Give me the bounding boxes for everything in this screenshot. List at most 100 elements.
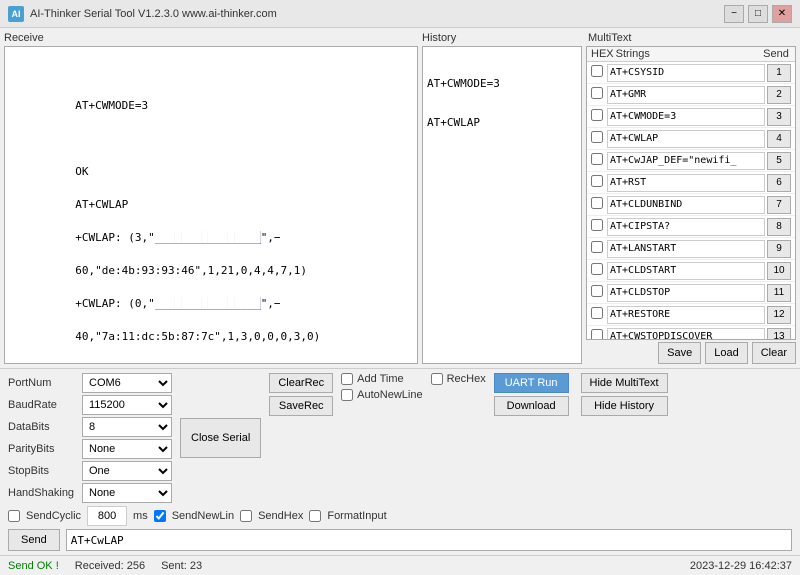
mt-hex-check-3[interactable]	[591, 109, 603, 121]
load-button[interactable]: Load	[705, 342, 747, 364]
mt-input-2[interactable]	[607, 86, 765, 104]
mt-hex-check-11[interactable]	[591, 285, 603, 297]
rechex-checkbox[interactable]	[431, 373, 443, 385]
send-cyclic-input[interactable]	[87, 506, 127, 526]
mt-hex-check-9[interactable]	[591, 241, 603, 253]
receive-line-8: 40,"7a:11:dc:5b:87:7c",1,3,0,0,0,3,0)	[75, 330, 320, 343]
mt-checkbox-8[interactable]	[591, 219, 607, 234]
mt-send-btn-10[interactable]: 10	[767, 262, 791, 280]
mt-send-btn-5[interactable]: 5	[767, 152, 791, 170]
minimize-button[interactable]: −	[724, 5, 744, 23]
databits-select[interactable]: 8	[82, 417, 172, 437]
mt-input-3[interactable]	[607, 108, 765, 126]
mt-input-9[interactable]	[607, 240, 765, 258]
mt-hex-check-8[interactable]	[591, 219, 603, 231]
mt-input-11[interactable]	[607, 284, 765, 302]
mt-checkbox-1[interactable]	[591, 65, 607, 80]
multitext-table: HEX Strings Send 1 2 3	[586, 46, 796, 340]
mt-hex-check-10[interactable]	[591, 263, 603, 275]
mt-hex-check-13[interactable]	[591, 329, 603, 340]
mt-input-10[interactable]	[607, 262, 765, 280]
saverec-button[interactable]: SaveRec	[269, 396, 333, 416]
mt-send-btn-13[interactable]: 13	[767, 328, 791, 341]
close-button[interactable]: ✕	[772, 5, 792, 23]
format-input-checkbox[interactable]	[309, 510, 321, 522]
send-button[interactable]: Send	[8, 529, 60, 551]
mt-send-btn-8[interactable]: 8	[767, 218, 791, 236]
mt-checkbox-2[interactable]	[591, 87, 607, 102]
mt-row-7: 7	[587, 194, 795, 216]
mt-hex-check-7[interactable]	[591, 197, 603, 209]
clearrec-button[interactable]: ClearRec	[269, 373, 333, 393]
mt-checkbox-10[interactable]	[591, 263, 607, 278]
mt-send-btn-12[interactable]: 12	[767, 306, 791, 324]
ms-label: ms	[133, 510, 148, 522]
mt-input-4[interactable]	[607, 130, 765, 148]
mt-input-1[interactable]	[607, 64, 765, 82]
mt-send-btn-11[interactable]: 11	[767, 284, 791, 302]
mt-hex-check-12[interactable]	[591, 307, 603, 319]
mt-input-6[interactable]	[607, 174, 765, 192]
add-time-checkbox[interactable]	[341, 373, 353, 385]
mt-row-10: 10	[587, 260, 795, 282]
mt-input-8[interactable]	[607, 218, 765, 236]
mt-send-btn-3[interactable]: 3	[767, 108, 791, 126]
mt-input-13[interactable]	[607, 328, 765, 341]
app-icon: AI	[8, 6, 24, 22]
send-newline-checkbox[interactable]	[154, 510, 166, 522]
send-newline-label: SendNewLin	[172, 510, 234, 522]
mt-hex-check-1[interactable]	[591, 65, 603, 77]
stopbits-select[interactable]: One	[82, 461, 172, 481]
mt-checkbox-4[interactable]	[591, 131, 607, 146]
maximize-button[interactable]: □	[748, 5, 768, 23]
history-textarea[interactable]: AT+CWMODE=3 AT+CWLAP	[422, 46, 582, 364]
mt-hex-check-5[interactable]	[591, 153, 603, 165]
paritybits-label: ParityBits	[8, 439, 78, 459]
send-cyclic-checkbox[interactable]	[8, 510, 20, 522]
save-button[interactable]: Save	[658, 342, 701, 364]
receive-textarea[interactable]: AT+CWMODE=3 OK AT+CWLAP +CWLAP: (3,"████…	[4, 46, 418, 364]
download-button[interactable]: Download	[494, 396, 569, 416]
send-hex-checkbox[interactable]	[240, 510, 252, 522]
mt-send-btn-2[interactable]: 2	[767, 86, 791, 104]
mt-checkbox-11[interactable]	[591, 285, 607, 300]
mt-send-btn-9[interactable]: 9	[767, 240, 791, 258]
add-time-option: Add Time	[341, 373, 422, 385]
mt-send-btn-1[interactable]: 1	[767, 64, 791, 82]
sent-status: Sent: 23	[161, 560, 202, 572]
mt-hex-check-4[interactable]	[591, 131, 603, 143]
portnum-select[interactable]: COM6	[82, 373, 172, 393]
baudrate-select[interactable]: 115200	[82, 395, 172, 415]
auto-newline-checkbox[interactable]	[341, 389, 353, 401]
clear-button[interactable]: Clear	[752, 342, 796, 364]
hide-history-button[interactable]: Hide History	[581, 396, 668, 416]
highlighted-ssid1: ████████████████	[155, 231, 261, 244]
mt-send-btn-6[interactable]: 6	[767, 174, 791, 192]
mt-send-btn-4[interactable]: 4	[767, 130, 791, 148]
paritybits-select[interactable]: None	[82, 439, 172, 459]
mt-input-12[interactable]	[607, 306, 765, 324]
options-col: Add Time AutoNewLine	[341, 373, 422, 401]
mt-input-5[interactable]	[607, 152, 765, 170]
mt-checkbox-13[interactable]	[591, 329, 607, 340]
mt-hex-check-6[interactable]	[591, 175, 603, 187]
mt-row-11: 11	[587, 282, 795, 304]
controls-row1: PortNum COM6 BaudRate 115200 DataBits 8 …	[8, 373, 792, 503]
multitext-header: MultiText	[586, 32, 796, 44]
mt-checkbox-9[interactable]	[591, 241, 607, 256]
mt-row-8: 8	[587, 216, 795, 238]
mt-send-btn-7[interactable]: 7	[767, 196, 791, 214]
mt-input-7[interactable]	[607, 196, 765, 214]
handshaking-select[interactable]: None	[82, 483, 172, 503]
mt-hex-check-2[interactable]	[591, 87, 603, 99]
rec-buttons: ClearRec SaveRec	[269, 373, 333, 416]
mt-checkbox-12[interactable]	[591, 307, 607, 322]
hide-multitext-button[interactable]: Hide MultiText	[581, 373, 668, 393]
mt-checkbox-7[interactable]	[591, 197, 607, 212]
mt-checkbox-6[interactable]	[591, 175, 607, 190]
uart-run-button[interactable]: UART Run	[494, 373, 569, 393]
send-input[interactable]	[66, 529, 792, 551]
mt-checkbox-5[interactable]	[591, 153, 607, 168]
mt-checkbox-3[interactable]	[591, 109, 607, 124]
close-serial-button[interactable]: Close Serial	[180, 418, 261, 458]
